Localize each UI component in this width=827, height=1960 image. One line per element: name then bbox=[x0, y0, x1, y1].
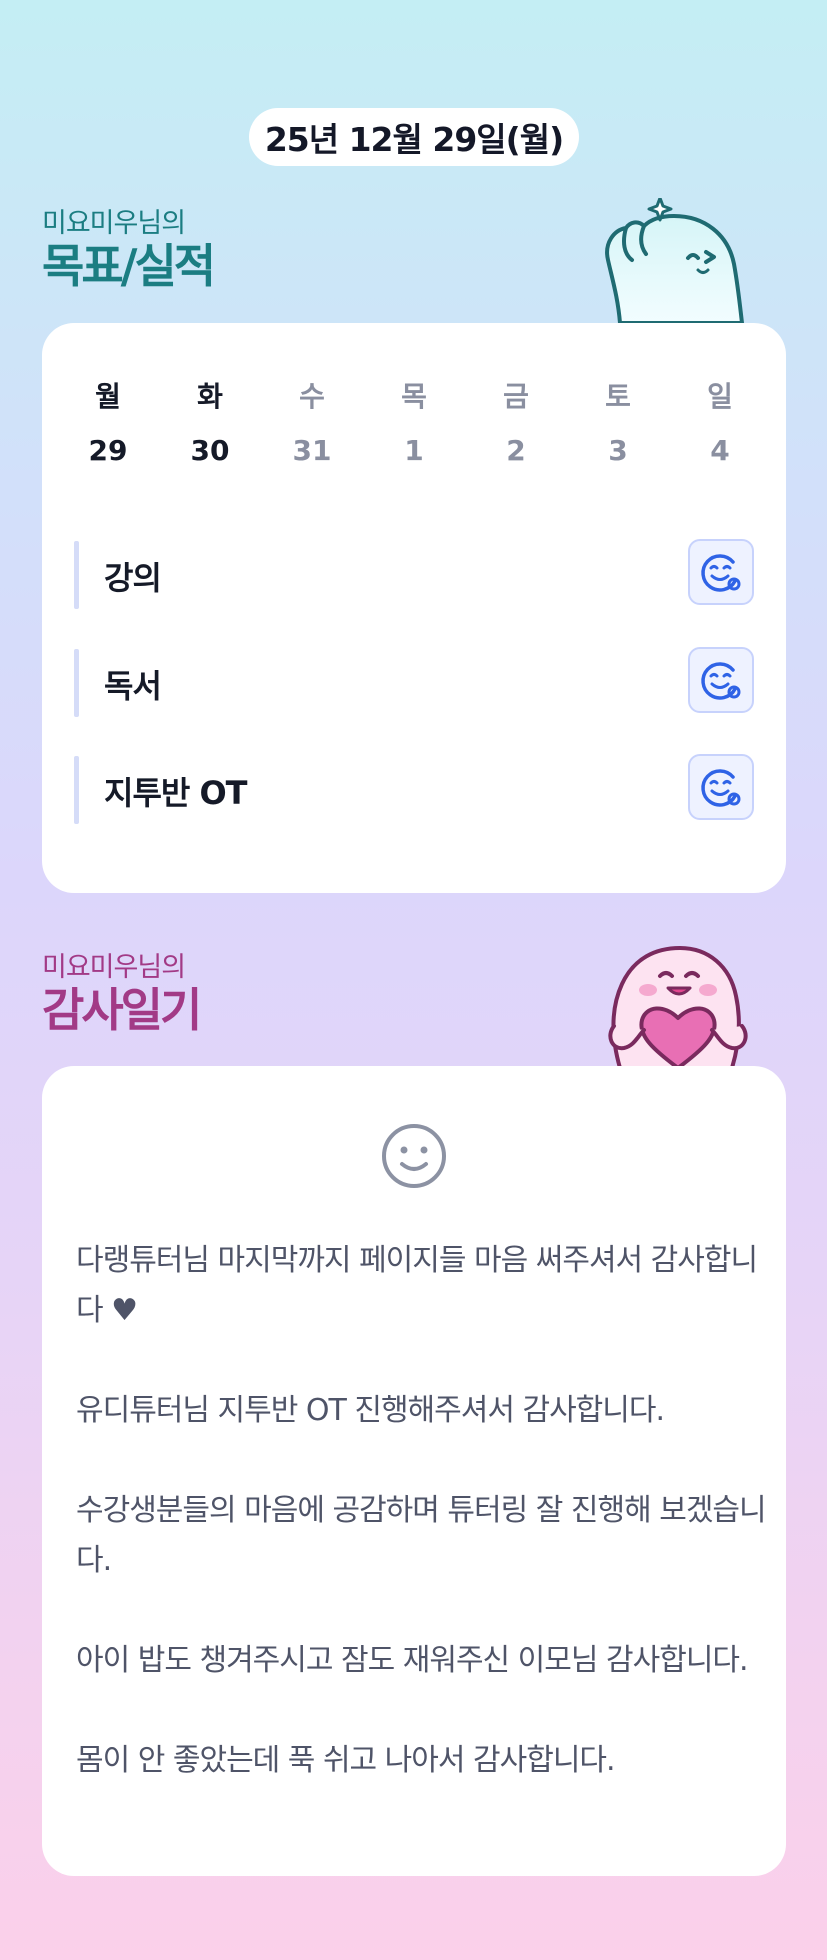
day-number: 3 bbox=[608, 434, 628, 467]
add-reaction-button[interactable] bbox=[688, 647, 754, 713]
goal-item-label: 강의 bbox=[104, 559, 162, 597]
day-name: 토 bbox=[605, 380, 631, 413]
goal-section-title: 목표/실적 bbox=[42, 239, 216, 293]
day-number: 30 bbox=[190, 434, 230, 467]
day-number: 1 bbox=[404, 434, 424, 467]
mascot-ghost-waving-icon bbox=[605, 198, 744, 323]
day-name: 화 bbox=[197, 380, 223, 413]
goal-item-bar bbox=[74, 756, 79, 824]
gratitude-section-title: 감사일기 bbox=[42, 983, 202, 1037]
smile-add-icon bbox=[701, 662, 741, 700]
goal-item: 독서 bbox=[74, 647, 754, 717]
gratitude-section-header: 미요미우님의 감사일기 bbox=[42, 952, 202, 1037]
goal-item-bar bbox=[74, 649, 79, 717]
day-name: 월 bbox=[95, 380, 121, 413]
goal-item-label: 지투반 OT bbox=[104, 774, 247, 812]
day-number: 31 bbox=[292, 434, 332, 467]
add-reaction-button[interactable] bbox=[688, 539, 754, 605]
gratitude-entries: 다랭튜터님 마지막까지 페이지들 마음 써주셔서 감사합니다 ♥ 유디튜터님 지… bbox=[76, 1236, 767, 1786]
goal-card: 월 29 화 30 수 31 목 1 금 2 토 3 일 4 강의 독서 지투반… bbox=[42, 323, 786, 893]
gratitude-entry: 몸이 안 좋았는데 푹 쉬고 나아서 감사합니다. bbox=[76, 1743, 616, 1778]
day-name: 목 bbox=[401, 380, 427, 413]
goal-item-label: 독서 bbox=[104, 667, 162, 705]
gratitude-entry: 아이 밥도 챙겨주시고 잠도 재워주신 이모님 감사합니다. bbox=[76, 1643, 749, 1678]
day-name: 수 bbox=[299, 380, 325, 413]
smile-face-icon[interactable] bbox=[380, 1122, 448, 1190]
day-name: 일 bbox=[707, 380, 733, 413]
goal-section-header: 미요미우님의 목표/실적 bbox=[42, 208, 216, 293]
gratitude-entry: 유디튜터님 지투반 OT 진행해주셔서 감사합니다. bbox=[76, 1393, 665, 1428]
gratitude-card: 다랭튜터님 마지막까지 페이지들 마음 써주셔서 감사합니다 ♥ 유디튜터님 지… bbox=[42, 1066, 786, 1876]
day-number: 2 bbox=[506, 434, 526, 467]
day-number: 4 bbox=[710, 434, 730, 467]
gratitude-section-subtitle: 미요미우님의 bbox=[42, 952, 186, 983]
date-label[interactable]: 25년 12월 29일(월) bbox=[249, 108, 579, 166]
goal-item: 강의 bbox=[74, 539, 754, 609]
smile-add-icon bbox=[701, 769, 741, 807]
goal-item-bar bbox=[74, 541, 79, 609]
day-number-selected: 29 bbox=[68, 418, 148, 484]
goal-item: 지투반 OT bbox=[74, 754, 754, 824]
goal-section-subtitle: 미요미우님의 bbox=[42, 208, 186, 239]
gratitude-entry: 수강생분들의 마음에 공감하며 튜터링 잘 진행해 보겠습니다. bbox=[76, 1493, 767, 1578]
gratitude-entry: 다랭튜터님 마지막까지 페이지들 마음 써주셔서 감사합니다 ♥ bbox=[76, 1243, 758, 1328]
smile-add-icon bbox=[701, 554, 741, 592]
day-name: 금 bbox=[503, 380, 529, 413]
mascot-heart-hug-icon bbox=[608, 946, 748, 1068]
add-reaction-button[interactable] bbox=[688, 754, 754, 820]
